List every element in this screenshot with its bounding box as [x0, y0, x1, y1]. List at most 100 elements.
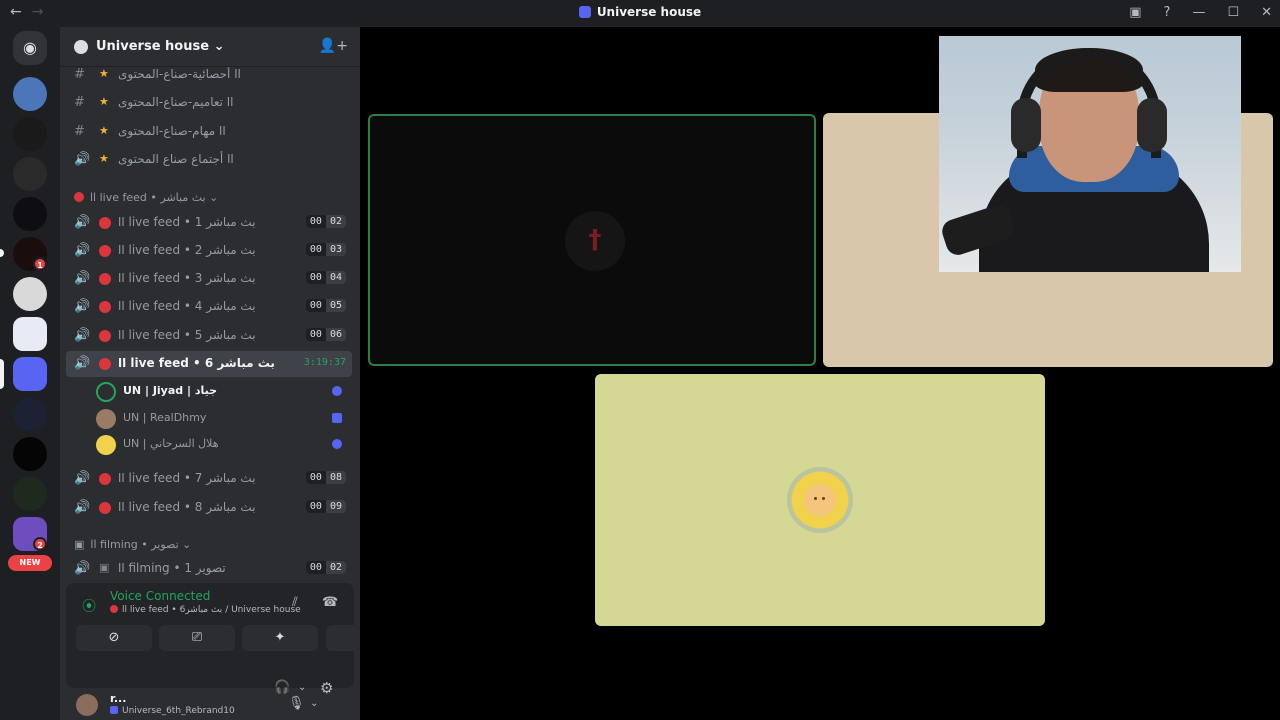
guild-header[interactable]: Universe house ⌄ 👤+: [60, 27, 360, 67]
voice-channel-item[interactable]: 🔊 ▣ اا filming • تصوير 1 00 02: [66, 556, 352, 582]
channel-item[interactable]: # ★ اا مهام-صناع-المحتوى: [66, 119, 352, 145]
participant-tile-speaking[interactable]: †: [368, 114, 816, 366]
close-button[interactable]: ✕: [1261, 5, 1272, 20]
server-badge-icon: [110, 706, 118, 714]
star-icon: ★: [99, 152, 109, 165]
red-circle-icon: [99, 217, 111, 229]
disconnect-icon[interactable]: ☎: [322, 595, 338, 610]
participant-tile[interactable]: [595, 374, 1045, 626]
discord-home-icon[interactable]: ◉: [13, 31, 47, 65]
count-current: 00: [305, 299, 326, 312]
screen-share-button[interactable]: ⎚: [159, 625, 235, 651]
avatar[interactable]: [76, 694, 98, 716]
server-badge-icon: [332, 413, 342, 423]
inbox-icon[interactable]: ▣: [1129, 5, 1141, 20]
camera-toggle-button[interactable]: ⊘: [76, 625, 152, 651]
channel-item[interactable]: 🔊 ★ اا أجتماع صناع المحتوى: [66, 147, 352, 173]
red-circle-icon: [99, 330, 111, 342]
window-title: Universe house: [0, 5, 1280, 19]
channel-name: اا أجتماع صناع المحتوى: [118, 152, 234, 166]
chevron-down-icon[interactable]: ⌄: [298, 682, 306, 693]
webcam-video[interactable]: [939, 36, 1241, 272]
camera-icon: ▣: [74, 538, 85, 551]
chevron-down-icon[interactable]: ⌄: [310, 698, 318, 709]
server-icon[interactable]: [13, 117, 47, 151]
count-limit: 05: [325, 299, 346, 312]
red-circle-icon: [99, 358, 111, 370]
noise-suppression-icon[interactable]: ⫽: [292, 595, 298, 610]
voice-user[interactable]: UN | RealDhmy: [96, 406, 352, 430]
voice-channel-item[interactable]: 🔊 اا live feed • بث مباشر 2 00 03: [66, 238, 352, 264]
voice-channel-item[interactable]: 🔊 اا live feed • بث مباشر 4 00 05: [66, 294, 352, 320]
activities-button[interactable]: ✦: [242, 625, 318, 651]
count-limit: 02: [325, 561, 346, 574]
headphones-icon[interactable]: 🎧: [274, 680, 290, 695]
voice-channel-item-active[interactable]: 🔊 اا live feed • بث مباشر 6 3:19:37: [66, 351, 352, 377]
category-filming[interactable]: ▣ اا filming • تصوير ⌄: [74, 538, 191, 551]
voice-status-subtitle[interactable]: اا live feed • بث مباشر6 / Universe hous…: [110, 605, 301, 615]
server-icon-universe-house[interactable]: [13, 357, 47, 391]
voice-channel-item[interactable]: 🔊 اا live feed • بث مباشر 3 00 04: [66, 266, 352, 292]
server-badge-icon: [332, 439, 342, 449]
speaker-icon: 🔊: [74, 356, 91, 371]
server-icon[interactable]: [13, 157, 47, 191]
voice-user[interactable]: UN | Jiyad | جياد: [96, 379, 352, 403]
user-name: UN | Jiyad | جياد: [123, 384, 218, 397]
voice-channel-item[interactable]: 🔊 اا live feed • بث مباشر 8 00 09: [66, 495, 352, 521]
user-display-name[interactable]: r...: [110, 692, 126, 705]
title-bar: ← → Universe house ▣ ? — ☐ ✕: [0, 0, 1280, 27]
maximize-button[interactable]: ☐: [1227, 5, 1239, 20]
avatar: [96, 382, 116, 402]
voice-status-title[interactable]: Voice Connected: [110, 589, 210, 603]
voice-user[interactable]: UN | هلال السرحاني: [96, 432, 352, 456]
user-count: 00 03: [305, 243, 346, 256]
star-icon: ★: [99, 95, 109, 108]
voice-channel-item[interactable]: 🔊 اا live feed • بث مباشر 7 00 08: [66, 466, 352, 492]
chevron-down-icon: ⌄: [213, 39, 225, 54]
user-count: 00 04: [305, 271, 346, 284]
count-limit: 08: [325, 471, 346, 484]
red-circle-icon: [110, 605, 118, 613]
red-circle-icon: [99, 273, 111, 285]
red-circle-icon: [74, 192, 84, 202]
server-icon[interactable]: [13, 197, 47, 231]
count-limit: 09: [325, 500, 346, 513]
category-live-feed[interactable]: اا live feed • بث مباشر ⌄: [74, 191, 218, 204]
count-limit: 03: [325, 243, 346, 256]
headphones-cup: [1137, 98, 1167, 152]
channel-item[interactable]: # ★ اا أحصائية-صناع-المحتوى: [66, 67, 352, 88]
microphone-icon[interactable]: 🎙: [288, 696, 305, 711]
voice-channel-path: اا live feed • بث مباشر6 / Universe hous…: [122, 605, 301, 615]
user-status-text: Universe_6th_Rebrand10: [122, 706, 235, 716]
gear-icon[interactable]: ⚙: [320, 679, 333, 697]
speaker-icon: 🔊: [74, 215, 91, 230]
unread-indicator: [0, 249, 4, 257]
new-badge[interactable]: NEW: [8, 555, 52, 571]
server-icon[interactable]: [13, 317, 47, 351]
user-status: Universe_6th_Rebrand10: [110, 706, 235, 716]
help-icon[interactable]: ?: [1164, 5, 1171, 20]
server-icon[interactable]: [13, 397, 47, 431]
server-icon[interactable]: [13, 77, 47, 111]
user-count: 00 09: [305, 500, 346, 513]
user-count: 00 02: [305, 561, 346, 574]
minimize-button[interactable]: —: [1192, 5, 1205, 20]
camera-icon: ▣: [99, 561, 110, 574]
speaker-icon: 🔊: [74, 500, 91, 515]
invite-people-icon[interactable]: 👤+: [319, 38, 348, 54]
channel-item[interactable]: # ★ اا تعاميم-صناع-المحتوى: [66, 90, 352, 116]
sun-avatar: [787, 467, 853, 533]
call-timer: 3:19:37: [303, 357, 346, 368]
category-label: اا live feed • بث مباشر ⌄: [90, 191, 219, 204]
server-icon[interactable]: [13, 477, 47, 511]
voice-channel-item[interactable]: 🔊 اا live feed • بث مباشر 5 00 06: [66, 323, 352, 349]
star-icon: ★: [99, 67, 109, 80]
voice-channel-item[interactable]: 🔊 اا live feed • بث مباشر 1 00 02: [66, 210, 352, 236]
server-icon[interactable]: [13, 437, 47, 471]
hashtag-icon: #: [74, 95, 85, 110]
channel-name: اا filming • تصوير 1: [118, 561, 226, 575]
user-name: UN | RealDhmy: [123, 411, 207, 424]
server-icon[interactable]: [13, 277, 47, 311]
signal-icon[interactable]: ⦿: [82, 596, 96, 616]
speaker-icon: 🔊: [74, 271, 91, 286]
